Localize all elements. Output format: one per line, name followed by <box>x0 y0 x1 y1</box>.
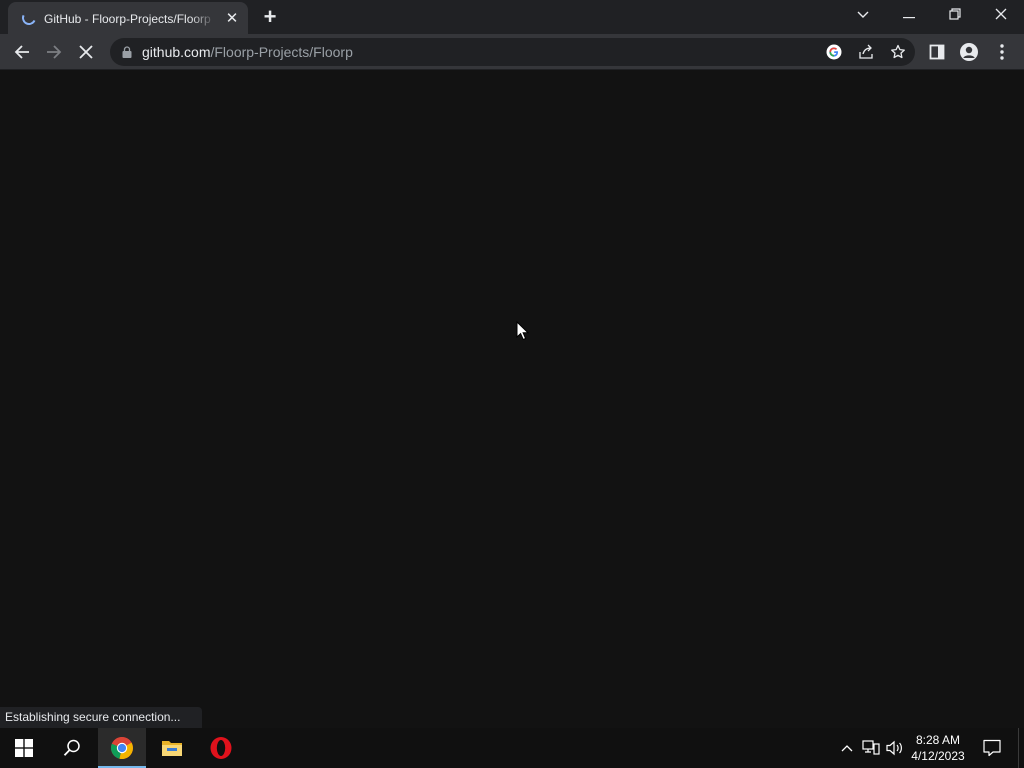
chevron-up-icon <box>841 745 853 752</box>
windows-logo-icon <box>15 739 33 757</box>
google-lens-icon[interactable] <box>824 42 844 62</box>
share-icon[interactable] <box>856 42 876 62</box>
clock-date: 4/12/2023 <box>911 749 965 763</box>
url-host: github.com <box>142 44 211 60</box>
chrome-icon <box>110 737 133 759</box>
bookmark-star-icon[interactable] <box>888 42 908 62</box>
tab-strip: GitHub - Floorp-Projects/Floorp ✕ + <box>0 0 1024 34</box>
search-icon <box>63 739 80 756</box>
back-button[interactable] <box>8 38 36 66</box>
volume-button[interactable] <box>884 728 906 768</box>
tab-github[interactable]: GitHub - Floorp-Projects/Floorp ✕ <box>8 2 248 34</box>
show-desktop-button[interactable] <box>1018 728 1024 768</box>
close-window-button[interactable] <box>978 0 1024 30</box>
menu-kebab-icon[interactable] <box>988 38 1016 66</box>
tab-title: GitHub - Floorp-Projects/Floorp <box>44 12 211 26</box>
taskbar-search-button[interactable] <box>48 728 96 768</box>
taskbar: 8:28 AM 4/12/2023 <box>0 728 1024 768</box>
action-center-button[interactable] <box>978 728 1006 768</box>
minimize-button[interactable] <box>886 0 932 30</box>
forward-button[interactable] <box>40 38 68 66</box>
close-tab-icon[interactable]: ✕ <box>222 9 242 29</box>
network-button[interactable] <box>860 728 882 768</box>
taskbar-chrome[interactable] <box>98 728 146 768</box>
restore-button[interactable] <box>932 0 978 30</box>
url-text: github.com/Floorp-Projects/Floorp <box>142 43 353 61</box>
opera-icon <box>210 737 232 759</box>
screen: GitHub - Floorp-Projects/Floorp ✕ + gith… <box>0 0 1024 768</box>
start-button[interactable] <box>0 728 48 768</box>
loading-spinner-icon <box>20 9 38 27</box>
notification-icon <box>983 739 1001 757</box>
clock-time: 8:28 AM <box>915 733 961 747</box>
file-explorer-icon <box>162 741 182 756</box>
taskbar-clock[interactable]: 8:28 AM 4/12/2023 <box>904 732 972 764</box>
url-path: /Floorp-Projects/Floorp <box>210 44 353 60</box>
volume-icon <box>886 740 902 756</box>
taskbar-file-explorer[interactable] <box>148 728 196 768</box>
stop-loading-button[interactable] <box>72 38 100 66</box>
page-content <box>0 70 1024 728</box>
side-panel-button[interactable] <box>923 38 951 66</box>
browser-toolbar: github.com/Floorp-Projects/Floorp <box>0 34 1024 70</box>
address-bar[interactable]: github.com/Floorp-Projects/Floorp <box>110 38 915 66</box>
status-bubble: Establishing secure connection... <box>0 707 203 728</box>
mouse-cursor-icon <box>516 321 530 341</box>
profile-avatar-icon[interactable] <box>955 38 983 66</box>
tab-search-chevron-icon[interactable] <box>840 0 886 30</box>
taskbar-opera[interactable] <box>197 728 245 768</box>
lock-icon[interactable] <box>122 46 132 58</box>
show-hidden-icons-button[interactable] <box>836 728 858 768</box>
new-tab-button[interactable]: + <box>258 6 282 30</box>
network-icon <box>862 740 880 755</box>
